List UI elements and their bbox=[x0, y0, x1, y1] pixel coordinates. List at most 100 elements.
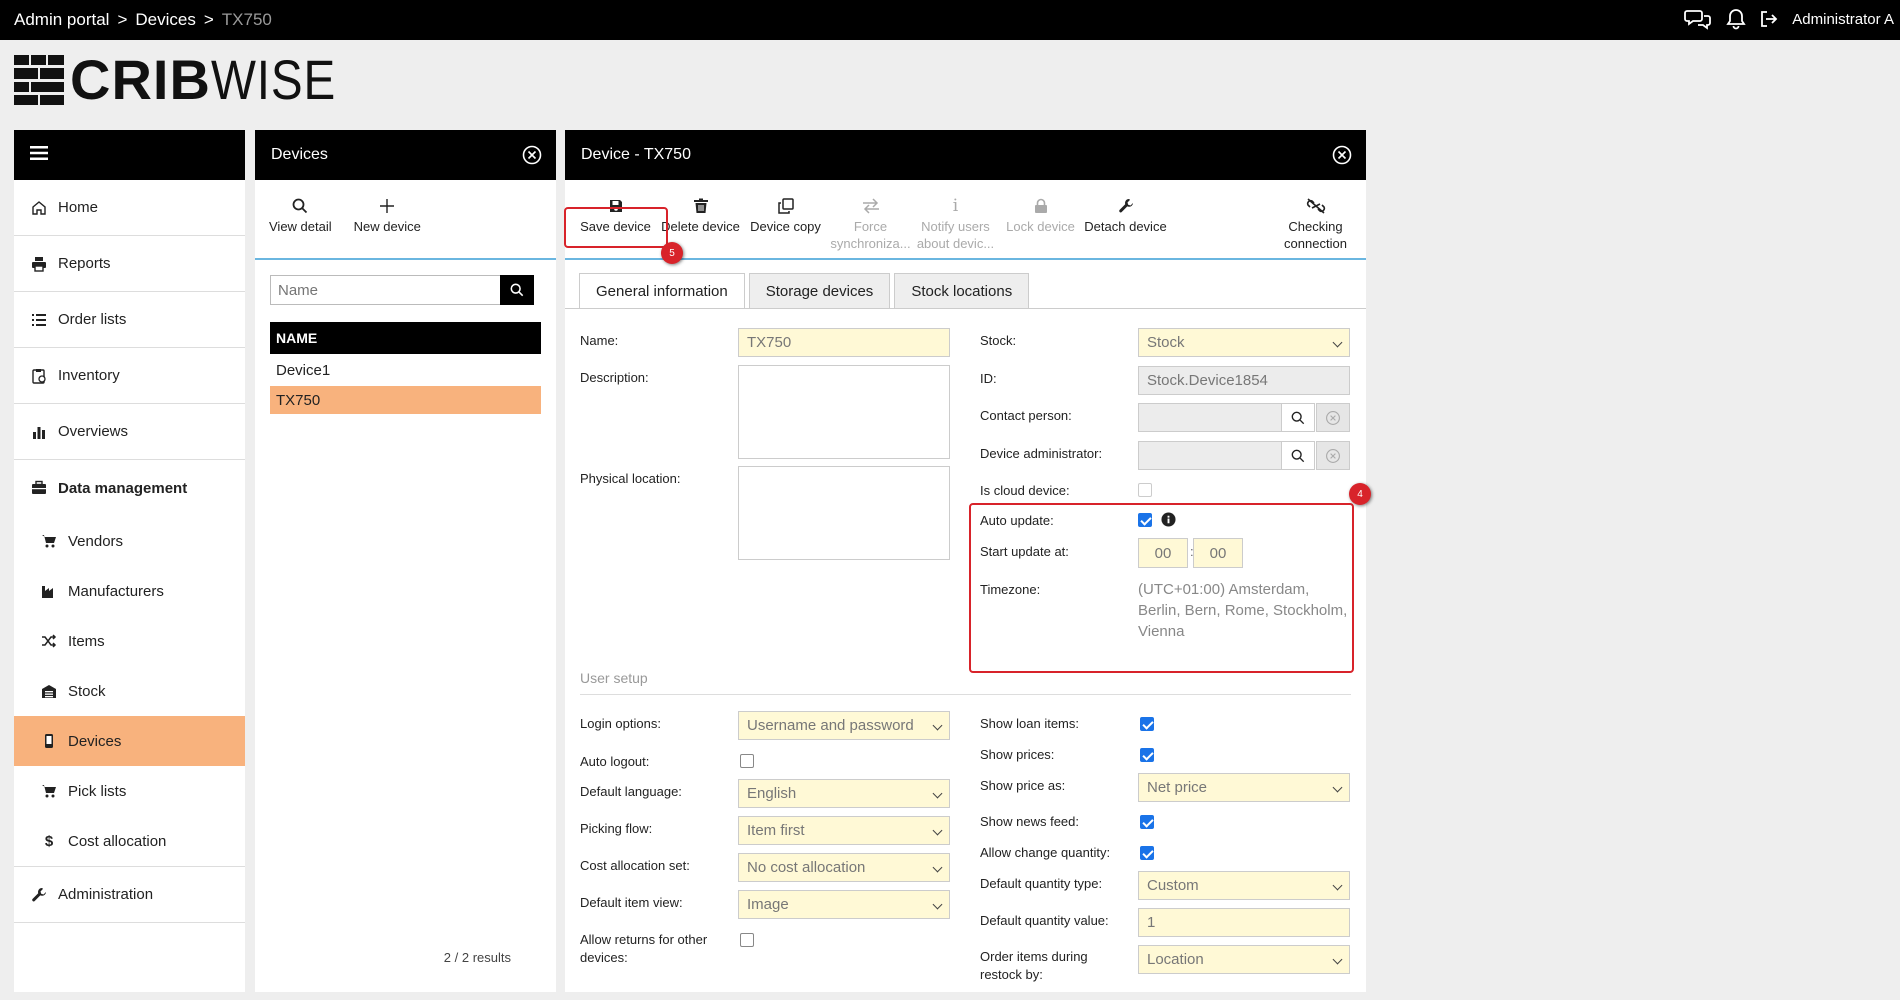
sidebar-subitem-vendors[interactable]: Vendors bbox=[14, 516, 245, 566]
sidebar-subitem-manufacturers[interactable]: Manufacturers bbox=[14, 566, 245, 616]
cost-allocation-select[interactable]: No cost allocation bbox=[738, 853, 950, 882]
column-header-name[interactable]: NAME bbox=[270, 322, 541, 354]
sidebar-item-inventory[interactable]: Inventory bbox=[14, 348, 245, 404]
allow-returns-label: Allow returns for other devices: bbox=[580, 932, 708, 965]
device-search-input[interactable] bbox=[270, 275, 500, 305]
name-field[interactable]: TX750 bbox=[738, 328, 950, 357]
notify-users-button[interactable]: i Notify users about devic... bbox=[913, 180, 998, 258]
chat-icon[interactable] bbox=[1684, 8, 1712, 30]
device-administrator-clear-button[interactable] bbox=[1316, 441, 1350, 470]
user-name[interactable]: Administrator A bbox=[1792, 11, 1894, 28]
allow-change-quantity-checkbox[interactable] bbox=[1140, 846, 1154, 860]
description-field[interactable] bbox=[738, 365, 950, 459]
cloud-device-label: Is cloud device: bbox=[980, 483, 1070, 498]
tab-storage-devices[interactable]: Storage devices bbox=[748, 273, 891, 309]
physical-location-field[interactable] bbox=[738, 466, 950, 560]
logo-mark-icon bbox=[14, 55, 64, 105]
sidebar-item-label: Cost allocation bbox=[68, 832, 167, 850]
button-label: New device bbox=[353, 219, 421, 234]
sidebar-subitem-items[interactable]: Items bbox=[14, 616, 245, 666]
cloud-device-checkbox[interactable] bbox=[1138, 483, 1152, 497]
lock-device-button[interactable]: Lock device bbox=[998, 180, 1083, 258]
sidebar-item-label: Vendors bbox=[68, 532, 124, 550]
breadcrumb-devices[interactable]: Devices bbox=[135, 10, 195, 29]
stock-label: Stock: bbox=[980, 333, 1017, 348]
button-label: Notify users about devic... bbox=[916, 219, 995, 251]
sidebar-item-label: Overviews bbox=[58, 423, 129, 440]
list-item-selected[interactable]: TX750 bbox=[270, 386, 541, 414]
name-label: Name: bbox=[580, 333, 619, 348]
sidebar-item-home[interactable]: Home bbox=[14, 180, 245, 236]
info-icon: i bbox=[952, 195, 959, 216]
close-icon[interactable] bbox=[522, 145, 542, 165]
close-icon[interactable] bbox=[1332, 145, 1352, 165]
sidebar-item-order-lists[interactable]: Order lists bbox=[14, 292, 245, 348]
breadcrumb: Admin portal > Devices > TX750 bbox=[14, 10, 280, 30]
sidebar-item-label: Administration bbox=[58, 886, 154, 903]
breadcrumb-separator: > bbox=[117, 10, 128, 29]
logo-wordmark: CRIBWISE bbox=[70, 48, 336, 111]
annotation-box-auto-update bbox=[969, 503, 1354, 673]
default-language-select[interactable]: English bbox=[738, 779, 950, 808]
breadcrumb-admin-portal[interactable]: Admin portal bbox=[14, 10, 109, 29]
picking-flow-select[interactable]: Item first bbox=[738, 816, 950, 845]
sidebar-section-data-management[interactable]: Data management bbox=[14, 460, 245, 516]
sidebar-item-overviews[interactable]: Overviews bbox=[14, 404, 245, 460]
default-quantity-value-field[interactable]: 1 bbox=[1138, 908, 1350, 937]
default-quantity-type-select[interactable]: Custom bbox=[1138, 871, 1350, 900]
bell-icon[interactable] bbox=[1726, 8, 1746, 30]
list-item[interactable]: Device1 bbox=[270, 356, 541, 384]
hamburger-menu-icon[interactable] bbox=[30, 145, 48, 166]
sync-icon bbox=[862, 196, 880, 216]
sidebar-item-label: Manufacturers bbox=[68, 582, 164, 600]
show-prices-label: Show prices: bbox=[980, 747, 1055, 762]
search-icon bbox=[292, 196, 308, 216]
printer-icon bbox=[30, 255, 48, 273]
devices-toolbar: View detail New device bbox=[255, 180, 556, 260]
sidebar-item-administration[interactable]: Administration bbox=[14, 867, 245, 923]
device-administrator-field[interactable] bbox=[1138, 441, 1282, 470]
button-label: View detail bbox=[269, 219, 332, 234]
login-options-select[interactable]: Username and password bbox=[738, 711, 950, 740]
tab-stock-locations[interactable]: Stock locations bbox=[894, 273, 1030, 309]
contact-person-field[interactable] bbox=[1138, 403, 1282, 432]
show-price-as-select[interactable]: Net price bbox=[1138, 773, 1350, 802]
devices-panel: Devices View detail New device NAME Devi… bbox=[255, 130, 556, 992]
show-loan-items-checkbox[interactable] bbox=[1140, 717, 1154, 731]
sidebar-item-reports[interactable]: Reports bbox=[14, 236, 245, 292]
sidebar-subitem-cost-allocation[interactable]: $ Cost allocation bbox=[14, 816, 245, 866]
unlink-icon bbox=[1306, 196, 1326, 216]
view-detail-button[interactable]: View detail bbox=[269, 180, 332, 258]
contact-person-label: Contact person: bbox=[980, 408, 1072, 423]
sidebar-subitem-devices[interactable]: Devices bbox=[14, 716, 245, 766]
contact-person-search-button[interactable] bbox=[1281, 403, 1315, 432]
detach-device-button[interactable]: Detach device bbox=[1083, 180, 1168, 258]
id-label: ID: bbox=[980, 371, 997, 386]
order-items-select[interactable]: Location bbox=[1138, 945, 1350, 974]
description-label: Description: bbox=[580, 370, 649, 385]
sidebar-subitem-stock[interactable]: Stock bbox=[14, 666, 245, 716]
shuffle-icon bbox=[40, 632, 58, 650]
force-sync-button[interactable]: Force synchroniza... bbox=[828, 180, 913, 258]
panel-title: Devices bbox=[271, 146, 328, 163]
sidebar-subitem-pick-lists[interactable]: Pick lists bbox=[14, 766, 245, 816]
auto-logout-checkbox[interactable] bbox=[740, 754, 754, 768]
device-copy-button[interactable]: Device copy bbox=[743, 180, 828, 258]
stock-select[interactable]: Stock bbox=[1138, 328, 1350, 357]
checking-connection-button[interactable]: Checking connection bbox=[1273, 180, 1358, 258]
device-administrator-search-button[interactable] bbox=[1281, 441, 1315, 470]
show-news-feed-checkbox[interactable] bbox=[1140, 815, 1154, 829]
annotation-box-save bbox=[564, 207, 668, 248]
default-item-view-select[interactable]: Image bbox=[738, 890, 950, 919]
allow-returns-checkbox[interactable] bbox=[740, 933, 754, 947]
sidebar-header bbox=[14, 130, 245, 180]
show-prices-checkbox[interactable] bbox=[1140, 748, 1154, 762]
button-label: Checking connection bbox=[1284, 219, 1347, 251]
new-device-button[interactable]: New device bbox=[354, 180, 421, 258]
search-button[interactable] bbox=[500, 275, 534, 305]
copy-icon bbox=[777, 196, 794, 216]
contact-person-clear-button[interactable] bbox=[1316, 403, 1350, 432]
breadcrumb-separator: > bbox=[203, 10, 214, 29]
logout-icon[interactable] bbox=[1760, 10, 1778, 28]
tab-general-information[interactable]: General information bbox=[579, 273, 745, 309]
